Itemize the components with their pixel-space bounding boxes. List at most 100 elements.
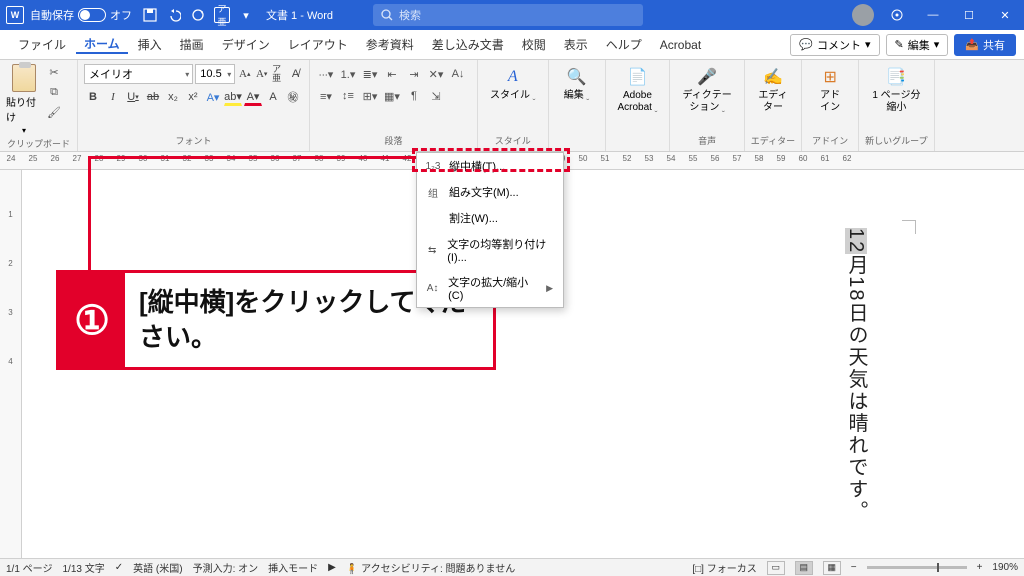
comments-button[interactable]: 💬 コメント ▾ <box>790 34 879 56</box>
increase-indent-button[interactable]: ⇥ <box>404 64 424 84</box>
body-text[interactable]: 月18日の天気は晴れです。 <box>845 254 867 522</box>
menu-item-icon: ⇆ <box>425 243 439 257</box>
tab-描画[interactable]: 描画 <box>172 36 212 53</box>
view-read-icon[interactable]: ▭ <box>767 561 785 575</box>
italic-button[interactable]: I <box>104 88 122 106</box>
zoom-out-button[interactable]: − <box>851 562 857 573</box>
enclose-char-button[interactable]: ㊙ <box>284 88 302 106</box>
tab-ホーム[interactable]: ホーム <box>76 35 128 54</box>
tab-Acrobat[interactable]: Acrobat <box>652 38 709 52</box>
cut-icon[interactable]: ✂ <box>46 64 62 80</box>
status-page[interactable]: 1/1 ページ <box>6 560 52 575</box>
document-text[interactable]: 12月18日の天気は晴れです。 <box>838 228 874 523</box>
shrink-one-page-button[interactable]: 📑 1 ページ分 縮小 <box>865 64 927 114</box>
tab-デザイン[interactable]: デザイン <box>214 36 278 53</box>
copy-icon[interactable]: ⧉ <box>46 84 62 100</box>
bullets-button[interactable]: ∙∙∙▾ <box>316 64 336 84</box>
tab-ヘルプ[interactable]: ヘルプ <box>598 36 650 53</box>
page-corner-mark <box>902 220 916 234</box>
close-button[interactable]: ✕ <box>992 5 1018 25</box>
tab-差し込み文書[interactable]: 差し込み文書 <box>424 36 512 53</box>
char-shading-button[interactable]: A <box>264 88 282 106</box>
tab-挿入[interactable]: 挿入 <box>130 36 170 53</box>
phonetic-icon[interactable]: ア亜 <box>214 7 230 23</box>
qat-dropdown-icon[interactable]: ▾ <box>238 7 254 23</box>
shading-button[interactable]: ⊞▾ <box>360 86 380 106</box>
undo-icon[interactable] <box>166 7 182 23</box>
font-name-combo[interactable]: メイリオ <box>84 64 193 84</box>
highlight-button[interactable]: ab▾ <box>224 88 242 106</box>
share-button[interactable]: 📤 共有 <box>954 34 1016 56</box>
menu-item-4[interactable]: A↕文字の拡大/縮小(C)▶ <box>417 269 563 307</box>
text-effects-button[interactable]: A▾ <box>204 88 222 106</box>
status-chars[interactable]: 1/13 文字 <box>62 560 104 575</box>
menu-item-label: 文字の拡大/縮小(C) <box>448 274 538 302</box>
vertical-ruler[interactable]: 1234 <box>0 170 22 558</box>
redo-icon[interactable] <box>190 7 206 23</box>
sort-button[interactable]: A↓ <box>448 64 468 84</box>
tab-校閲[interactable]: 校閲 <box>514 36 554 53</box>
save-icon[interactable] <box>142 7 158 23</box>
show-marks-button[interactable]: ¶ <box>404 86 424 106</box>
phonetic-guide-icon[interactable]: ア亜 <box>271 65 286 83</box>
menu-item-1[interactable]: 组組み文字(M)... <box>417 179 563 205</box>
status-language[interactable]: 英語 (米国) <box>133 560 182 575</box>
clear-format-icon[interactable]: A̸ <box>288 65 303 83</box>
status-bar: 1/1 ページ 1/13 文字 ✓ 英語 (米国) 予測入力: オン 挿入モード… <box>0 558 1024 576</box>
tab-ファイル[interactable]: ファイル <box>10 36 74 53</box>
menu-item-3[interactable]: ⇆文字の均等割り付け(I)... <box>417 231 563 269</box>
underline-button[interactable]: U▾ <box>124 88 142 106</box>
search-box[interactable]: 検索 <box>373 4 643 26</box>
numbering-button[interactable]: 1.▾ <box>338 64 358 84</box>
zoom-level[interactable]: 190% <box>992 562 1018 573</box>
maximize-button[interactable]: ☐ <box>956 5 982 25</box>
zoom-slider[interactable] <box>867 566 967 569</box>
tab-表示[interactable]: 表示 <box>556 36 596 53</box>
paste-button[interactable]: 貼り付け ▾ <box>6 64 42 135</box>
tab-参考資料[interactable]: 参考資料 <box>358 36 422 53</box>
strikethrough-button[interactable]: ab <box>144 88 162 106</box>
editing-mode-button[interactable]: ✎ 編集 ▾ <box>886 34 949 56</box>
grow-font-icon[interactable]: A▴ <box>237 65 252 83</box>
menu-item-2[interactable]: 割注(W)... <box>417 205 563 231</box>
menu-item-label: 組み文字(M)... <box>449 184 519 200</box>
format-painter-icon[interactable]: 🖌 <box>46 104 62 120</box>
status-macro-icon[interactable]: ▶ <box>328 562 336 573</box>
status-predict[interactable]: 予測入力: オン <box>193 560 259 575</box>
align-distribute-button[interactable]: ≡▾ <box>316 86 336 106</box>
asian-layout-button[interactable]: ✕▾ <box>426 64 446 84</box>
font-color-button[interactable]: A▾ <box>244 88 262 106</box>
user-avatar[interactable] <box>852 4 874 26</box>
shrink-font-icon[interactable]: A▾ <box>254 65 269 83</box>
decrease-indent-button[interactable]: ⇤ <box>382 64 402 84</box>
selected-text[interactable]: 12 <box>845 228 867 254</box>
bold-button[interactable]: B <box>84 88 102 106</box>
status-focus[interactable]: [□] フォーカス <box>692 560 756 575</box>
minimize-button[interactable]: — <box>920 5 946 25</box>
borders-button[interactable]: ▦▾ <box>382 86 402 106</box>
addin-button[interactable]: ⊞ アド イン <box>808 64 852 114</box>
menu-item-0[interactable]: 1₂3縦中横(T)... <box>417 153 563 179</box>
autosave-toggle[interactable]: 自動保存 オフ <box>30 7 132 23</box>
editor-button[interactable]: ✍ エディ ター <box>751 64 795 114</box>
font-size-combo[interactable]: 10.5 <box>195 64 235 84</box>
line-spacing-button[interactable]: ↕≡ <box>338 86 358 106</box>
autosave-switch[interactable] <box>78 8 106 22</box>
dictate-button[interactable]: 🎤 ディクテー ション <box>676 64 737 114</box>
tab-レイアウト[interactable]: レイアウト <box>280 36 356 53</box>
superscript-button[interactable]: x² <box>184 88 202 106</box>
para-settings-button[interactable]: ⇲ <box>426 86 446 106</box>
group-addin: ⊞ アド イン アドイン <box>802 60 859 151</box>
status-accessibility[interactable]: 🧍 アクセシビリティ: 問題ありません <box>346 560 515 575</box>
view-web-icon[interactable]: ▦ <box>823 561 841 575</box>
styles-button[interactable]: A スタイル <box>484 64 542 102</box>
zoom-in-button[interactable]: + <box>977 562 983 573</box>
subscript-button[interactable]: x₂ <box>164 88 182 106</box>
view-print-icon[interactable]: ▤ <box>795 561 813 575</box>
help-icon[interactable] <box>884 5 910 25</box>
multilevel-button[interactable]: ≣▾ <box>360 64 380 84</box>
status-spellcheck-icon[interactable]: ✓ <box>115 562 123 573</box>
editing-button[interactable]: 🔍 編集 <box>555 64 599 102</box>
acrobat-button[interactable]: 📄 Adobe Acrobat <box>612 64 664 114</box>
status-insert[interactable]: 挿入モード <box>268 560 318 575</box>
